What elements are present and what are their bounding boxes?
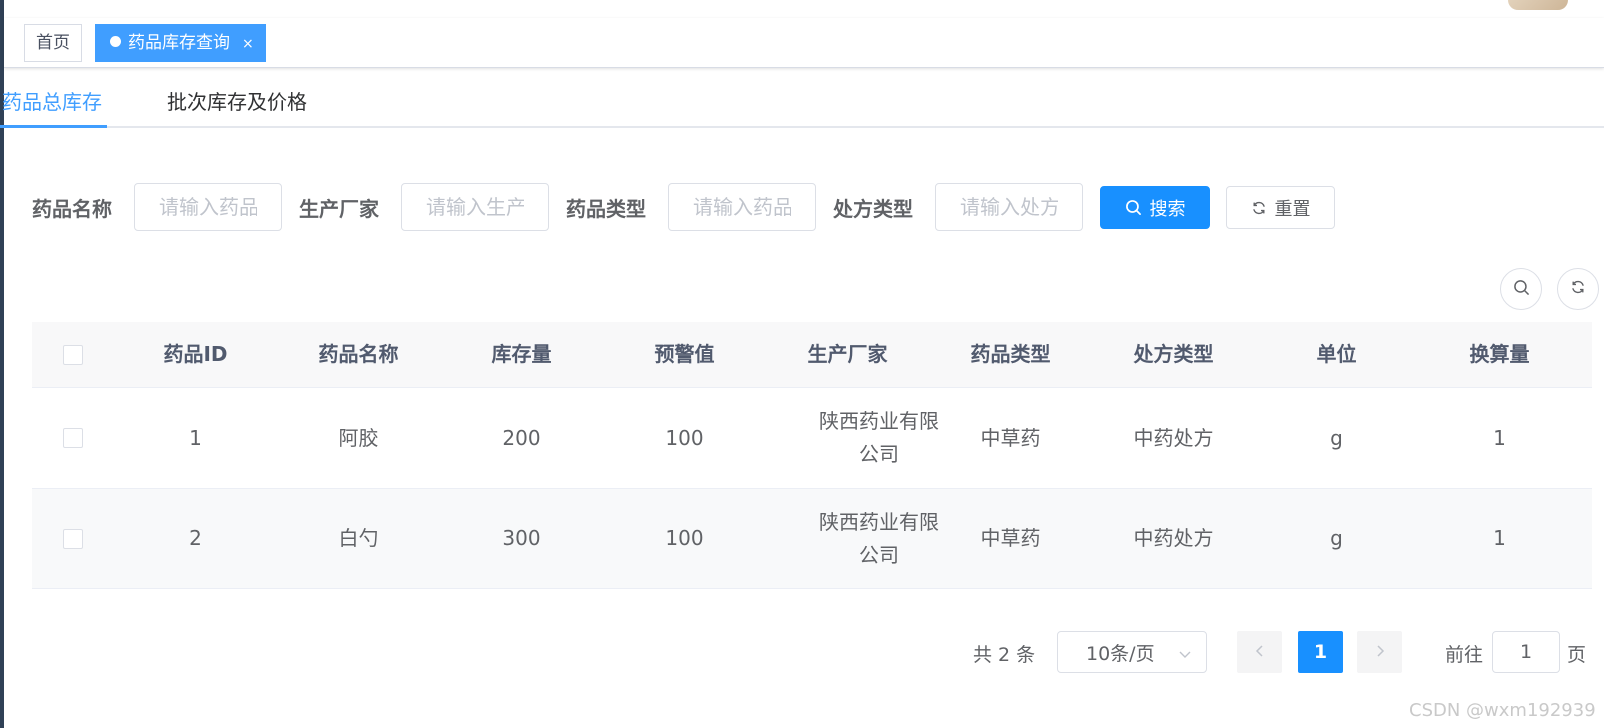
cell-stock: 300 [502,526,541,550]
drug-type-label: 药品类型 [566,197,646,221]
drug-type-input[interactable] [668,183,816,231]
toggle-search-button[interactable] [1500,268,1542,310]
goto-page-input[interactable] [1492,631,1560,673]
next-page-button[interactable] [1357,631,1402,673]
drug-name-label: 药品名称 [32,197,112,221]
refresh-icon [1251,200,1267,216]
cell-prescription-type: 中药处方 [1133,526,1214,550]
chevron-left-icon [1254,643,1266,662]
cell-stock: 200 [502,425,541,450]
cell-drug-name: 阿胶 [338,425,379,450]
row-checkbox[interactable] [63,528,83,549]
cell-prescription-type: 中药处方 [1133,425,1214,450]
watermark: CSDN @wxm192939 [1409,700,1596,721]
tag-drug-stock-query[interactable]: 药品库存查询 × [95,24,266,62]
goto-prefix: 前往 [1445,644,1484,666]
refresh-icon [1570,279,1586,299]
navbar [4,0,1604,18]
cell-drug-type: 中草药 [980,425,1041,450]
header-drug-id: 药品ID [163,342,228,366]
cell-manufacturer: 陕西药业有限公司 [819,409,939,466]
prev-page-button[interactable] [1237,631,1282,673]
tab-active-bar [0,125,107,128]
chevron-down-icon [1178,644,1192,666]
manufacturer-label: 生产厂家 [299,197,379,221]
cell-unit: g [1330,425,1343,450]
cell-conversion: 1 [1493,526,1506,550]
cell-drug-name: 白勺 [338,526,379,550]
cell-warning-value: 100 [665,425,704,450]
page-number-current[interactable]: 1 [1298,631,1343,673]
header-warning-value: 预警值 [654,342,715,366]
cell-manufacturer: 陕西药业有限公司 [819,509,939,567]
cell-unit: g [1330,526,1343,550]
header-unit: 单位 [1316,342,1357,366]
drug-name-input[interactable] [134,183,282,231]
chevron-right-icon [1374,643,1386,662]
tag-home[interactable]: 首页 [24,24,82,62]
prescription-type-label: 处方类型 [833,197,913,221]
tag-home-label: 首页 [36,33,70,53]
cell-drug-type: 中草药 [980,526,1041,550]
avatar[interactable] [1508,0,1568,10]
search-button[interactable]: 搜索 [1100,186,1210,229]
manufacturer-input[interactable] [401,183,549,231]
prescription-type-input[interactable] [935,183,1083,231]
active-dot-icon [110,36,121,47]
reset-button-label: 重置 [1274,198,1311,220]
page-size-select[interactable]: 10条/页 [1057,631,1207,673]
tab-divider [0,126,1604,128]
select-cell [32,489,114,588]
cell-conversion: 1 [1493,425,1506,450]
table-row[interactable]: 2 白勺 300 100 陕西药业有限公司 中草药 中药处方 g 1 [32,489,1592,589]
tab-bar: 药品总库存 批次库存及价格 [0,72,1604,128]
select-cell [32,388,114,488]
header-drug-type: 药品类型 [970,342,1051,366]
header-prescription-type: 处方类型 [1133,342,1214,366]
search-button-label: 搜索 [1149,198,1186,220]
close-icon[interactable]: × [242,26,254,62]
page-size-value: 10条/页 [1086,642,1155,665]
refresh-table-button[interactable] [1557,268,1599,310]
header-conversion: 换算量 [1469,342,1530,366]
row-checkbox[interactable] [63,428,83,448]
tag-drug-stock-label: 药品库存查询 [128,33,230,53]
tab-batch-stock-price[interactable]: 批次库存及价格 [167,86,307,115]
tags-view: 首页 药品库存查询 × [4,18,1604,68]
header-select-cell [32,322,114,387]
header-stock: 库存量 [491,342,552,366]
select-all-checkbox[interactable] [63,344,83,365]
cell-drug-id: 2 [189,526,202,550]
pagination-total: 共 2 条 [973,644,1036,666]
table-row[interactable]: 1 阿胶 200 100 陕西药业有限公司 中草药 中药处方 g 1 [32,388,1592,489]
reset-button[interactable]: 重置 [1226,186,1335,229]
goto-suffix: 页 [1567,644,1587,666]
table-header-row: 药品ID 药品名称 库存量 预警值 生产厂家 药品类型 处方类型 单位 换算量 [32,322,1592,388]
cell-drug-id: 1 [189,425,202,450]
search-icon [1513,279,1530,300]
header-manufacturer: 生产厂家 [807,342,888,366]
header-drug-name: 药品名称 [318,342,399,366]
tab-total-stock[interactable]: 药品总库存 [2,86,102,115]
search-icon [1125,199,1142,216]
cell-warning-value: 100 [665,526,704,550]
